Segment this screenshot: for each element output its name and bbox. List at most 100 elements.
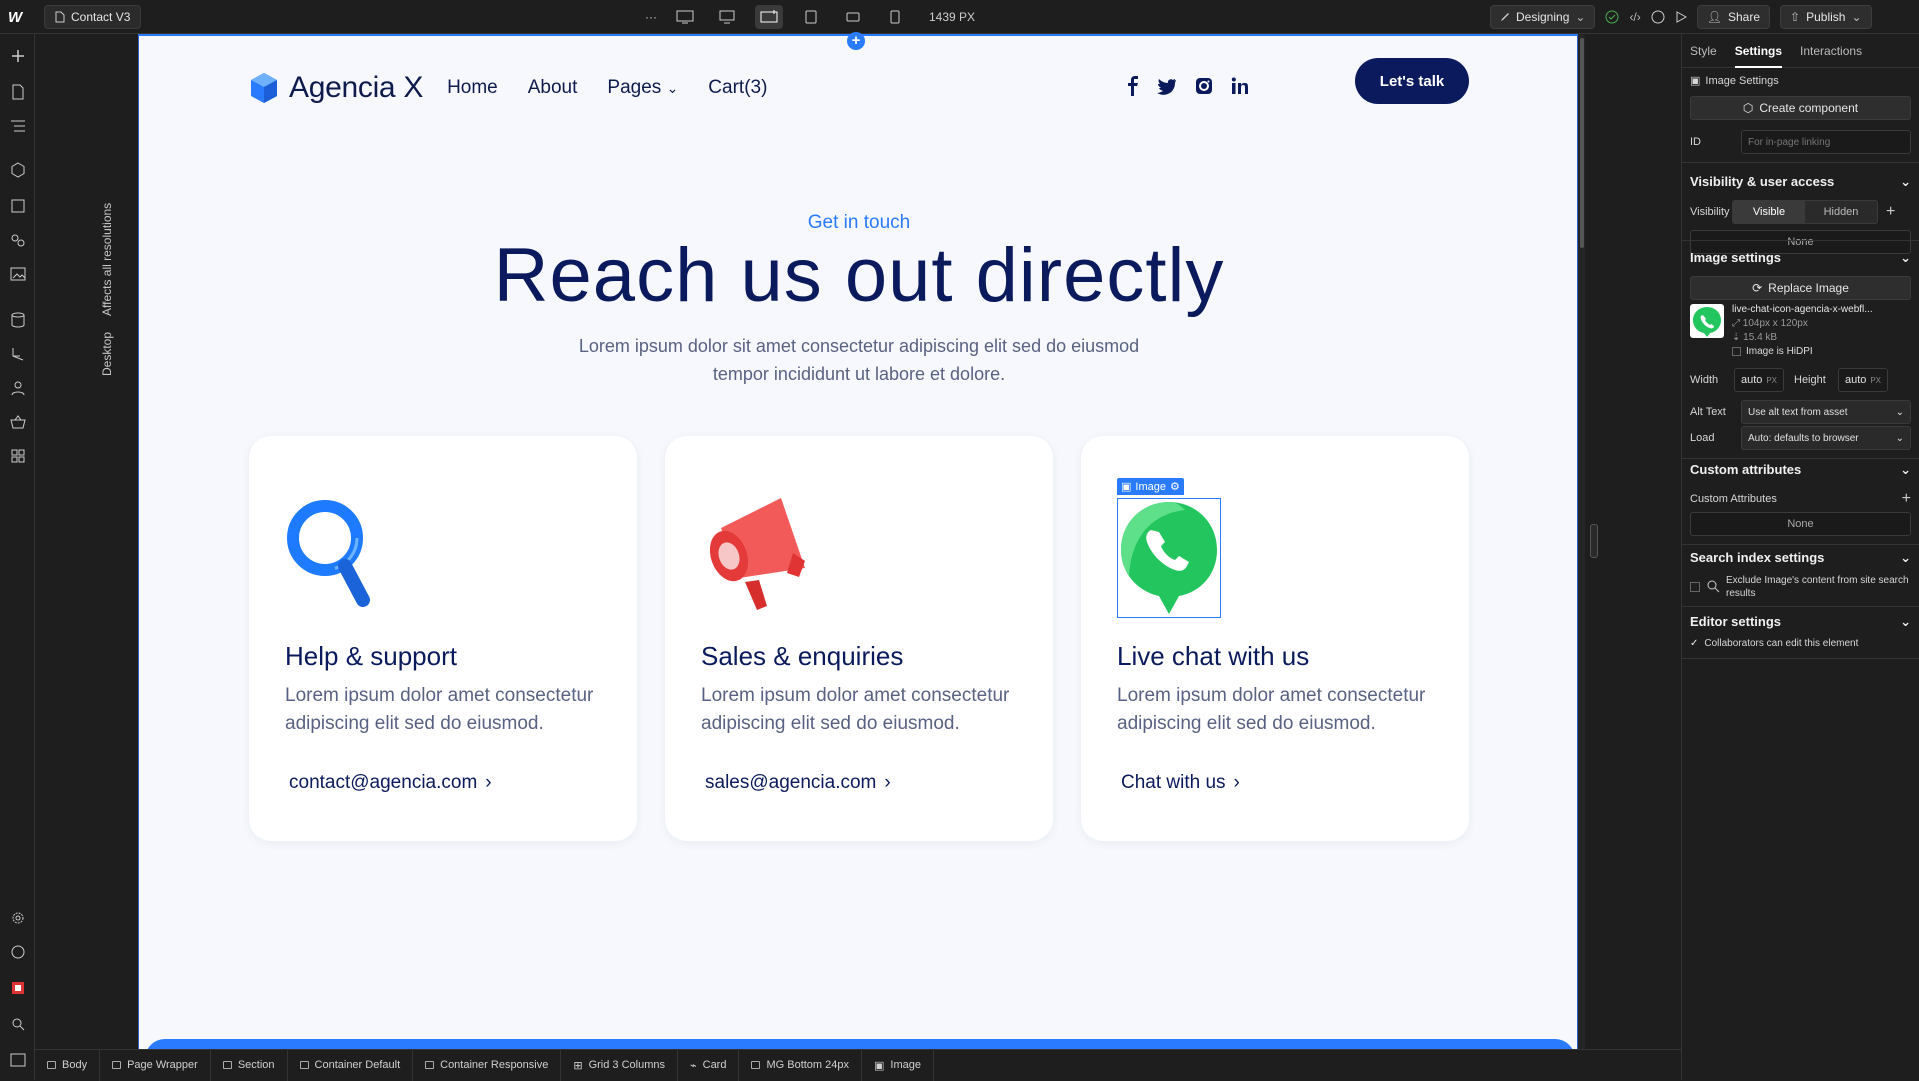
width-input[interactable]: auto PX (1734, 368, 1784, 392)
visibility-section-header[interactable]: Visibility & user access ⌄ (1690, 174, 1911, 190)
nav-pages[interactable]: Pages ⌄ (607, 77, 678, 99)
preview-play-icon[interactable] (1675, 11, 1687, 23)
cms-icon[interactable] (8, 310, 28, 330)
breadcrumb-grid[interactable]: ⊞ Grid 3 Columns (561, 1049, 678, 1081)
breadcrumb-mg-bottom[interactable]: MG Bottom 24px (739, 1049, 863, 1081)
card-link-email[interactable]: contact@agencia.com › (289, 772, 492, 794)
breadcrumb-card[interactable]: ⌁ Card (678, 1049, 740, 1081)
site-nav-links: Home About Pages ⌄ Cart(3) (447, 77, 767, 99)
nav-about[interactable]: About (528, 77, 578, 99)
search-exclude-checkbox[interactable] (1690, 582, 1700, 592)
desktop-large-icon[interactable] (671, 5, 699, 29)
design-canvas[interactable]: Agencia X Home About Pages ⌄ Cart(3) Let… (138, 34, 1578, 1049)
nav-cart[interactable]: Cart(3) (708, 77, 767, 99)
components-icon[interactable] (8, 160, 28, 180)
share-button[interactable]: 👤︎ Share (1696, 5, 1771, 29)
selected-element-tag[interactable]: ▣ Image ⚙ (1117, 478, 1184, 495)
linkedin-icon[interactable] (1231, 77, 1249, 95)
asset-thumbnail-whatsapp-icon[interactable] (1690, 304, 1724, 338)
hidpi-checkbox[interactable] (1732, 347, 1741, 356)
styles-icon[interactable] (8, 230, 28, 250)
add-section-plus-icon[interactable]: + (847, 32, 865, 50)
tab-style[interactable]: Style (1690, 44, 1717, 58)
chevron-down-icon: ⌄ (1900, 462, 1911, 477)
facebook-icon[interactable] (1127, 76, 1139, 96)
apps-icon[interactable] (8, 446, 28, 466)
height-unit[interactable]: PX (1870, 376, 1881, 385)
section-title: Search index settings (1690, 550, 1825, 565)
nav-home[interactable]: Home (447, 77, 498, 99)
collab-checkbox-checked-icon[interactable]: ✓ (1690, 638, 1698, 649)
lets-talk-button[interactable]: Let's talk (1355, 58, 1469, 104)
page-selector[interactable]: Contact V3 (44, 5, 142, 29)
mode-switch[interactable]: Designing ⌄ (1490, 5, 1596, 29)
video-tutorials-icon[interactable] (8, 1050, 28, 1070)
add-attribute-icon[interactable]: + (1902, 490, 1911, 508)
more-breakpoints-button[interactable]: ··· (645, 10, 657, 24)
custom-attributes-section-header[interactable]: Custom attributes ⌄ (1690, 462, 1911, 478)
desktop-base-icon[interactable] (755, 5, 783, 29)
breadcrumb-section[interactable]: Section (211, 1049, 288, 1081)
ecommerce-icon[interactable] (8, 412, 28, 432)
pages-icon[interactable] (8, 82, 28, 102)
settings-gear-icon[interactable] (8, 908, 28, 928)
card-link-chat[interactable]: Chat with us › (1121, 772, 1240, 794)
code-icon[interactable]: ‹/› (1629, 10, 1640, 24)
tab-interactions[interactable]: Interactions (1800, 44, 1862, 58)
editor-settings-section-header[interactable]: Editor settings ⌄ (1690, 614, 1911, 630)
section-title: Visibility & user access (1690, 174, 1835, 189)
height-input[interactable]: auto PX (1838, 368, 1888, 392)
record-icon[interactable] (8, 978, 28, 998)
load-select[interactable]: Auto: defaults to browser ⌄ (1741, 426, 1911, 450)
alt-text-select[interactable]: Use alt text from asset ⌄ (1741, 400, 1911, 424)
variables-icon[interactable] (8, 196, 28, 216)
contact-card-livechat[interactable]: ▣ Image ⚙ Live chat with us Lorem ipsum … (1081, 436, 1469, 841)
image-settings-section-header[interactable]: Image settings ⌄ (1690, 250, 1911, 266)
create-component-button[interactable]: ⬡ Create component (1690, 96, 1911, 120)
instagram-icon[interactable] (1195, 77, 1213, 95)
visible-option[interactable]: Visible (1733, 201, 1805, 223)
publish-button[interactable]: ⇧ Publish ⌄ (1780, 5, 1872, 29)
desktop-icon[interactable] (713, 5, 741, 29)
gear-icon[interactable]: ⚙ (1170, 480, 1180, 493)
contact-card-support[interactable]: Help & support Lorem ipsum dolor amet co… (249, 436, 637, 841)
webflow-logo[interactable]: W (8, 0, 28, 34)
twitter-icon[interactable] (1157, 77, 1177, 95)
tab-settings[interactable]: Settings (1734, 44, 1783, 68)
chevron-down-icon: ⌄ (1851, 10, 1862, 24)
mobile-landscape-icon[interactable] (839, 5, 867, 29)
hidpi-option[interactable]: Image is HiDPI (1732, 346, 1873, 357)
divider (1682, 240, 1919, 241)
hidden-option[interactable]: Hidden (1805, 201, 1877, 223)
width-unit[interactable]: PX (1766, 376, 1777, 385)
add-condition-icon[interactable]: + (1886, 203, 1895, 221)
add-elements-icon[interactable] (8, 46, 28, 66)
breadcrumb-body[interactable]: Body (35, 1049, 101, 1081)
card-link-email[interactable]: sales@agencia.com › (705, 772, 891, 794)
logic-icon[interactable] (8, 344, 28, 364)
users-icon[interactable] (8, 378, 28, 398)
search-icon[interactable] (8, 1014, 28, 1034)
contact-card-sales[interactable]: Sales & enquiries Lorem ipsum dolor amet… (665, 436, 1053, 841)
replace-image-button[interactable]: ⟳ Replace Image (1690, 276, 1911, 300)
help-icon[interactable] (8, 942, 28, 962)
chevron-down-icon: ⌄ (1900, 550, 1911, 565)
breadcrumb-container-responsive[interactable]: Container Responsive (413, 1049, 562, 1081)
scrollbar-thumb[interactable] (1580, 38, 1584, 248)
comments-icon[interactable] (1651, 10, 1665, 24)
asset-file-name[interactable]: live-chat-icon-agencia-x-webfl... (1732, 304, 1873, 315)
assets-icon[interactable] (8, 264, 28, 284)
divider (1682, 658, 1919, 659)
resize-handle[interactable] (1590, 524, 1598, 558)
breadcrumb-image[interactable]: ▣ Image (862, 1049, 934, 1081)
mobile-portrait-icon[interactable] (881, 5, 909, 29)
check-circle-icon[interactable] (1605, 10, 1619, 24)
breadcrumb-container-default[interactable]: Container Default (288, 1049, 414, 1081)
breadcrumb-page-wrapper[interactable]: Page Wrapper (100, 1049, 211, 1081)
site-brand[interactable]: Agencia X (249, 71, 423, 105)
navigator-icon[interactable] (8, 116, 28, 136)
id-input[interactable] (1741, 130, 1911, 154)
mode-label: Designing (1516, 10, 1570, 24)
search-index-section-header[interactable]: Search index settings ⌄ (1690, 550, 1911, 566)
tablet-icon[interactable] (797, 5, 825, 29)
